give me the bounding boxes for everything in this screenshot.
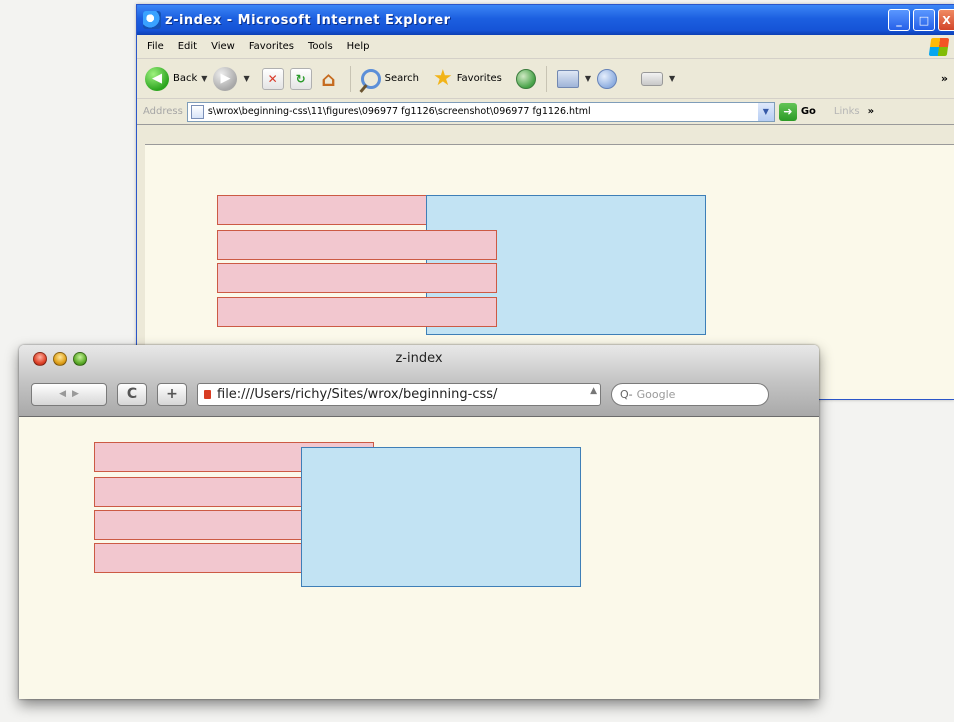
favorites-label: Favorites (456, 73, 502, 84)
pink-box-4 (94, 543, 304, 573)
chevron-down-icon[interactable]: ▼ (201, 74, 207, 83)
stop-icon[interactable]: ✕ (261, 67, 284, 90)
url-value: file:///Users/richy/Sites/wrox/beginning… (217, 386, 498, 402)
search-icon (360, 68, 381, 89)
address-label: Address (143, 106, 183, 117)
toolbar-overflow-chevron[interactable]: » (941, 72, 948, 85)
safari-toolbar: ◀ ▶ C + file:///Users/richy/Sites/wrox/b… (31, 381, 807, 407)
safari-window-title: z-index (395, 351, 443, 366)
forward-arrow-icon[interactable]: ▶ (213, 66, 238, 91)
menu-favorites[interactable]: Favorites (249, 41, 294, 52)
chevron-down-icon[interactable]: ▼ (669, 74, 675, 83)
address-field[interactable]: s\wrox\beginning-css\11\figures\096977 f… (186, 101, 775, 122)
back-label: Back (173, 73, 198, 84)
search-label: Search (384, 73, 419, 84)
windows-flag-icon (928, 38, 950, 56)
pink-box-2 (217, 230, 497, 260)
page-icon (190, 104, 204, 119)
search-button[interactable]: Search (360, 68, 419, 89)
toolbar-separator (349, 65, 351, 92)
ie-window: z-index - Microsoft Internet Explorer _ … (136, 4, 954, 400)
ie-menu-bar: File Edit View Favorites Tools Help (137, 35, 954, 59)
chevron-down-icon[interactable]: ▲ (590, 386, 597, 396)
reload-button[interactable]: C (117, 382, 147, 406)
close-button[interactable]: X (938, 9, 954, 31)
go-button[interactable]: ➜ Go (778, 102, 816, 121)
favorites-star-icon: ★ (432, 65, 453, 91)
menu-file[interactable]: File (147, 41, 164, 52)
history-icon[interactable] (597, 68, 618, 89)
pink-box-2 (94, 477, 304, 507)
favorites-button[interactable]: ★ Favorites (432, 65, 502, 91)
menu-edit[interactable]: Edit (178, 41, 197, 52)
menu-tools[interactable]: Tools (308, 41, 333, 52)
forward-arrow-icon[interactable]: ▶ (72, 389, 79, 399)
search-field[interactable]: Q‑ Google (611, 382, 769, 406)
ie-window-title: z-index - Microsoft Internet Explorer (165, 12, 451, 28)
address-value: s\wrox\beginning-css\11\figures\096977 f… (207, 106, 591, 117)
safari-page-viewport (19, 417, 819, 699)
chevron-down-icon[interactable]: ▼ (243, 74, 249, 83)
pink-box-4 (217, 297, 497, 327)
mail-icon[interactable] (556, 69, 579, 88)
favicon-icon (204, 389, 211, 399)
magnifier-icon: Q‑ (620, 387, 633, 401)
ie-title-bar[interactable]: z-index - Microsoft Internet Explorer _ … (137, 5, 954, 35)
ie-logo-icon (143, 11, 161, 29)
go-label: Go (800, 106, 816, 117)
back-arrow-icon: ◀ (145, 66, 169, 91)
back-arrow-icon[interactable]: ◀ (59, 389, 66, 399)
ie-address-bar: Address s\wrox\beginning-css\11\figures\… (137, 99, 954, 125)
minimize-button[interactable]: _ (888, 9, 910, 31)
back-button[interactable]: ◀ Back ▼ (145, 66, 207, 91)
chevron-down-icon[interactable]: ▼ (757, 102, 774, 121)
links-label[interactable]: Links (834, 106, 860, 117)
pink-box-3 (217, 263, 497, 293)
back-forward-button[interactable]: ◀ ▶ (31, 382, 107, 406)
menu-help[interactable]: Help (347, 41, 370, 52)
chevron-down-icon[interactable]: ▼ (585, 74, 591, 83)
url-field[interactable]: file:///Users/richy/Sites/wrox/beginning… (197, 382, 601, 406)
safari-window: z-index ◀ ▶ C + file:///Users/richy/Site… (19, 345, 819, 699)
search-placeholder: Google (636, 387, 676, 401)
print-icon[interactable] (641, 71, 664, 86)
links-overflow-chevron[interactable]: » (868, 106, 874, 117)
ie-window-controls: _ □ X (888, 9, 954, 31)
refresh-icon[interactable]: ↻ (289, 67, 312, 90)
toolbar-separator (545, 65, 547, 92)
maximize-button[interactable]: □ (913, 9, 935, 31)
blue-box (301, 447, 581, 587)
media-icon[interactable] (515, 68, 536, 89)
safari-chrome: z-index ◀ ▶ C + file:///Users/richy/Site… (19, 345, 819, 417)
add-bookmark-button[interactable]: + (157, 382, 187, 406)
menu-view[interactable]: View (211, 41, 235, 52)
ie-standard-toolbar: ◀ Back ▼ ▶ ▼ ✕ ↻ ⌂ Search ★ Favorites ▼ … (137, 59, 954, 99)
go-arrow-icon: ➜ (778, 102, 797, 121)
pink-box-3 (94, 510, 304, 540)
home-icon[interactable]: ⌂ (318, 67, 340, 91)
